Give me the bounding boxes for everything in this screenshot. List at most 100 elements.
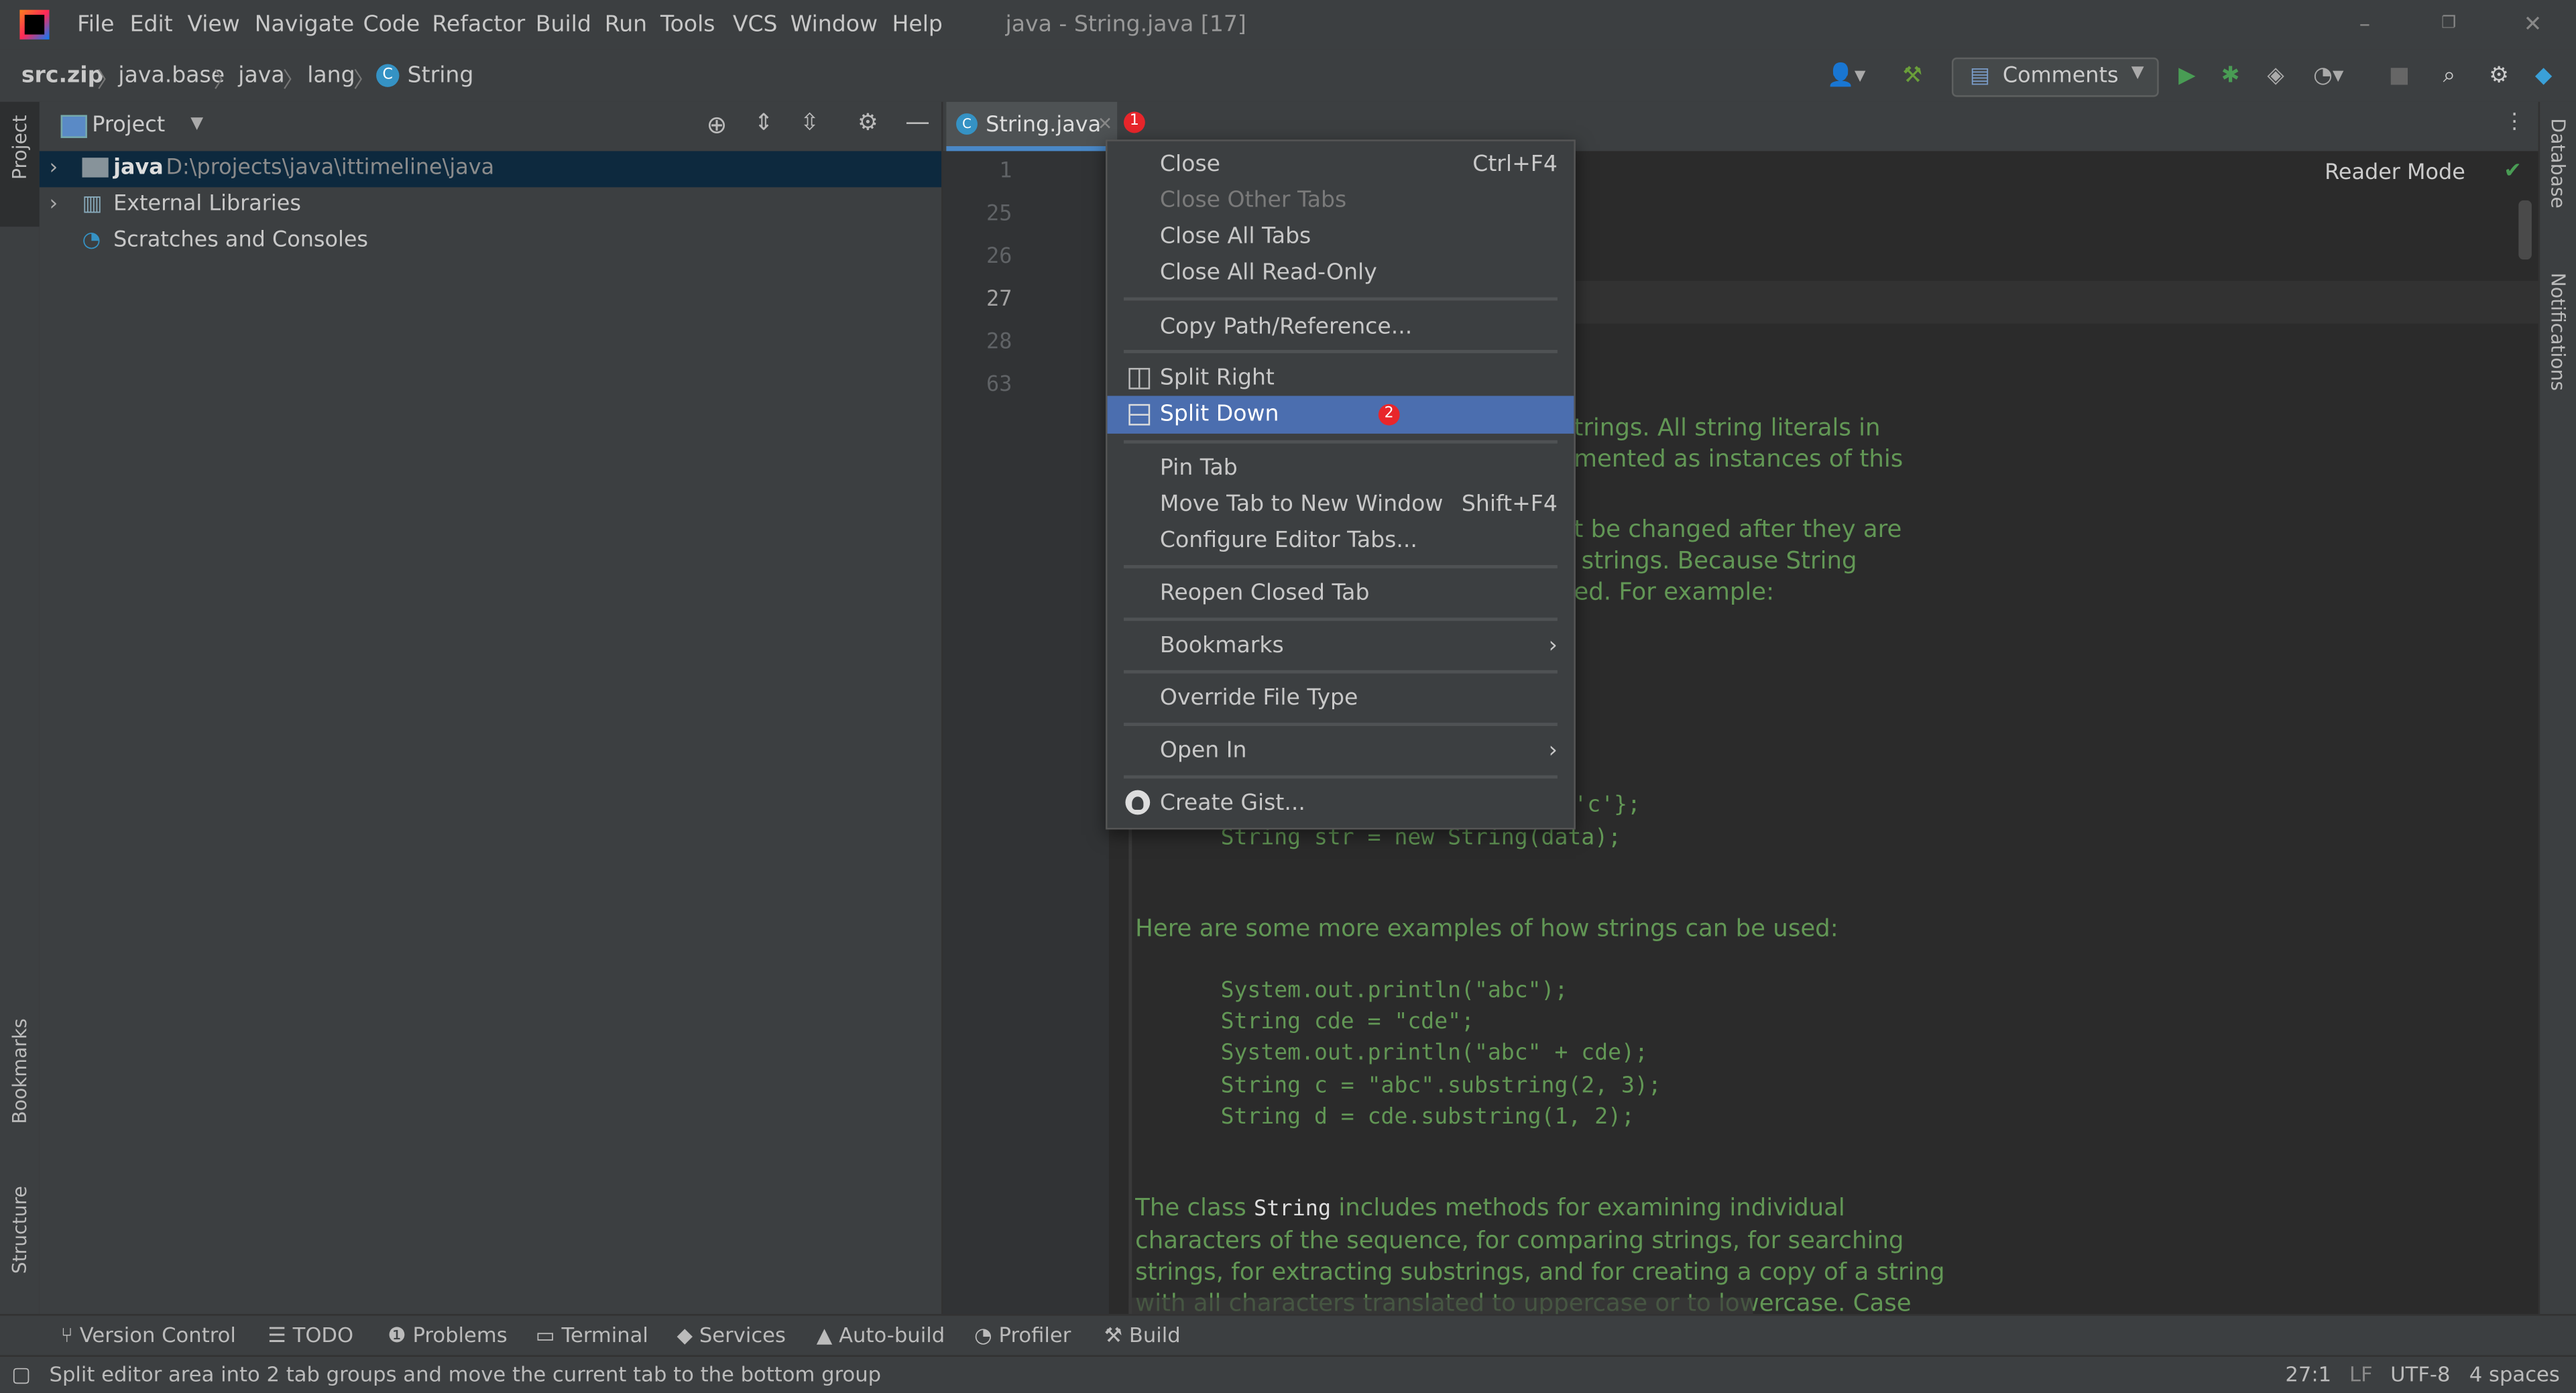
structure-tool-button[interactable]: Structure <box>8 1186 31 1274</box>
chevron-right-icon: › <box>1548 737 1558 764</box>
services-tool[interactable]: ◆ Services <box>677 1322 786 1347</box>
chevron-right-icon[interactable]: › <box>50 192 58 217</box>
menu-view[interactable]: View <box>187 11 240 38</box>
project-panel: Project ▼ ⊕ ⇕ ⇳ ⚙ — › java D:\projects\j… <box>39 101 943 1315</box>
breadcrumb-java[interactable]: java <box>238 62 284 88</box>
search-icon[interactable]: ⌕ <box>2443 62 2456 88</box>
menu-item-label: Bookmarks <box>1159 632 1284 659</box>
menu-help[interactable]: Help <box>892 11 943 38</box>
menu-item-reopen-closed-tab[interactable]: Reopen Closed Tab <box>1108 575 1574 611</box>
tab-string-java[interactable]: C String.java ✕ <box>946 101 1118 152</box>
menu-refactor[interactable]: Refactor <box>432 11 525 38</box>
tree-item-scratches[interactable]: ◔ Scratches and Consoles <box>40 223 941 259</box>
scratches-icon: ◔ <box>82 228 101 253</box>
profile-icon[interactable]: ◔▾ <box>2313 62 2343 88</box>
restore-button[interactable]: ❐ <box>2441 15 2456 33</box>
run-icon[interactable]: ▶ <box>2178 62 2195 88</box>
chevron-down-icon[interactable]: ▼ <box>190 115 203 133</box>
reader-mode-button[interactable]: Reader Mode <box>2325 161 2465 186</box>
menu-window[interactable]: Window <box>791 11 878 38</box>
code-text: String d = cde.substring(1, 2); <box>1220 1103 1635 1130</box>
user-icon[interactable]: 👤▾ <box>1827 62 1866 88</box>
tree-item-java[interactable]: › java D:\projects\java\ittimeline\java <box>39 151 942 188</box>
tool-label: Version Control <box>79 1322 236 1347</box>
problems-tool[interactable]: ❶ Problems <box>388 1322 507 1347</box>
indent-setting[interactable]: 4 spaces <box>2469 1361 2560 1386</box>
doc-text: characters of the sequence, for comparin… <box>1135 1228 1904 1256</box>
collapse-all-icon[interactable]: ⇳ <box>800 110 819 136</box>
breadcrumb-lang[interactable]: lang <box>307 62 355 88</box>
coverage-icon[interactable]: ◈ <box>2267 62 2284 88</box>
hide-panel-icon[interactable]: — <box>905 107 930 136</box>
menu-run[interactable]: Run <box>605 11 647 38</box>
gear-icon[interactable]: ⚙ <box>858 110 878 136</box>
profiler-tool[interactable]: ◔ Profiler <box>974 1322 1071 1347</box>
breadcrumb-java-base[interactable]: java.base <box>118 62 225 88</box>
code-text: String cde = "cde"; <box>1220 1008 1474 1035</box>
build-hammer-icon[interactable]: ⚒ <box>1902 62 1922 88</box>
intellij-logo-icon <box>19 9 50 40</box>
project-panel-title[interactable]: Project <box>92 113 165 138</box>
menu-build[interactable]: Build <box>536 11 591 38</box>
menu-navigate[interactable]: Navigate <box>255 11 354 38</box>
menu-item-move-tab-new-window[interactable]: Move Tab to New Window Shift+F4 <box>1108 486 1574 522</box>
run-config-selector[interactable]: ▤ Comments ▼ <box>1951 57 2159 97</box>
menu-file[interactable]: File <box>77 11 114 38</box>
todo-tool[interactable]: ☰ TODO <box>268 1322 353 1347</box>
menu-item-configure-editor-tabs[interactable]: Configure Editor Tabs... <box>1108 522 1574 558</box>
debug-icon[interactable]: ✱ <box>2221 62 2240 88</box>
menu-item-copy-path[interactable]: Copy Path/Reference... <box>1108 309 1574 345</box>
doc-text: t be changed after they are <box>1574 517 1902 544</box>
bottom-tool-bar: ⑂ Version Control ☰ TODO ❶ Problems ▭ Te… <box>0 1314 2576 1357</box>
vertical-scrollbar[interactable] <box>2518 200 2532 260</box>
build-tool[interactable]: ⚒ Build <box>1104 1322 1181 1347</box>
menu-item-close[interactable]: Close Ctrl+F4 <box>1108 146 1574 182</box>
menu-item-close-all-read-only[interactable]: Close All Read-Only <box>1108 255 1574 291</box>
menu-item-override-file-type[interactable]: Override File Type <box>1108 680 1574 716</box>
tab-context-menu: Close Ctrl+F4 Close Other Tabs Close All … <box>1106 139 1576 830</box>
menu-item-split-down[interactable]: Split Down 2 <box>1107 396 1574 434</box>
menu-item-create-gist[interactable]: Create Gist... <box>1108 785 1574 821</box>
breadcrumb-separator: 〉 <box>97 68 119 94</box>
menu-item-label: Split Down <box>1159 400 1279 428</box>
horizontal-scrollbar[interactable] <box>1128 1297 1753 1315</box>
menu-separator <box>1124 723 1558 727</box>
locate-icon[interactable]: ⊕ <box>707 110 727 139</box>
bookmarks-tool-button[interactable]: Bookmarks <box>8 1018 31 1124</box>
expand-all-icon[interactable]: ⇕ <box>754 110 774 136</box>
notifications-tool-button[interactable]: Notifications <box>2546 273 2569 391</box>
project-tool-button[interactable]: Project <box>0 101 40 227</box>
close-tab-icon[interactable]: ✕ <box>1098 113 1113 135</box>
file-encoding[interactable]: UTF-8 <box>2390 1361 2450 1386</box>
menu-item-label: Close <box>1159 151 1221 178</box>
plugin-logo-icon[interactable]: ◆ <box>2535 62 2552 88</box>
menu-code[interactable]: Code <box>363 11 420 38</box>
version-control-tool[interactable]: ⑂ Version Control <box>61 1322 236 1347</box>
menu-tools[interactable]: Tools <box>660 11 715 38</box>
stop-icon[interactable]: ■ <box>2389 62 2410 88</box>
menu-vcs[interactable]: VCS <box>733 11 778 38</box>
gear-icon[interactable]: ⚙ <box>2489 62 2509 88</box>
database-tool-button[interactable]: Database <box>2546 118 2569 208</box>
caret-position[interactable]: 27:1 <box>2285 1361 2331 1386</box>
tree-item-external-libraries[interactable]: › ▥ External Libraries <box>40 187 941 223</box>
toggle-tool-windows-icon[interactable]: ▢ <box>11 1361 31 1386</box>
breadcrumb-src-zip[interactable]: src.zip <box>21 62 103 88</box>
breadcrumb-string[interactable]: String <box>408 62 474 88</box>
close-window-button[interactable]: ✕ <box>2524 11 2542 38</box>
more-options-icon[interactable]: ⋮ <box>2504 110 2525 135</box>
menu-item-bookmarks[interactable]: Bookmarks › <box>1108 627 1574 664</box>
menu-item-pin-tab[interactable]: Pin Tab <box>1108 450 1574 486</box>
menu-item-open-in[interactable]: Open In › <box>1108 733 1574 769</box>
minimize-button[interactable]: – <box>2359 11 2371 38</box>
menu-item-label: Create Gist... <box>1159 790 1305 816</box>
auto-build-tool[interactable]: ▲ Auto-build <box>817 1322 945 1347</box>
terminal-tool[interactable]: ▭ Terminal <box>536 1322 648 1347</box>
left-tool-strip: Project Bookmarks Structure <box>0 101 42 1315</box>
menu-edit[interactable]: Edit <box>130 11 173 38</box>
line-separator[interactable]: LF <box>2349 1361 2373 1386</box>
menu-item-close-all-tabs[interactable]: Close All Tabs <box>1108 219 1574 255</box>
chevron-right-icon[interactable]: › <box>50 156 58 181</box>
menu-item-split-right[interactable]: Split Right <box>1108 360 1574 396</box>
line-number: 27 <box>986 287 1012 312</box>
